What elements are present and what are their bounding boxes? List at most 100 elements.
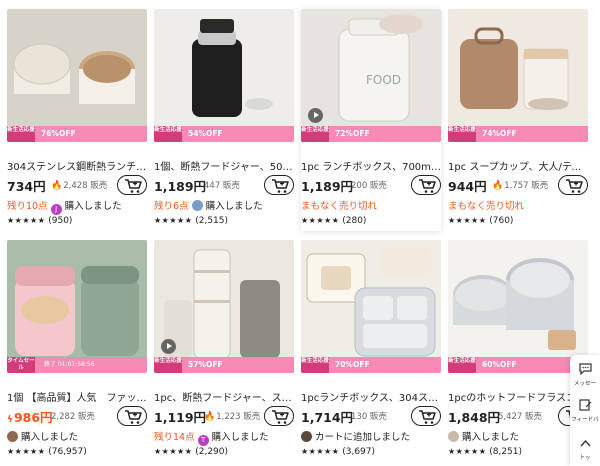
price: 1,848円 [448,407,500,426]
price-value: 1,189円 [301,179,354,194]
price-value: 1,848円 [448,410,501,425]
status-line: まもなく売り切れ [301,198,451,212]
product-card[interactable]: 新生活応援 54%OFF 1個、断熱フードジャー、50… 1,189円 447 販売 残り… [154,9,294,231]
review-count: (2,290) [195,447,229,457]
add-to-cart-button[interactable] [117,406,147,426]
review-count: (950) [48,216,73,226]
star-rating-icon: ★★★★★ [154,216,193,225]
product-card[interactable]: 新生活応援 70%OFF 1pcランチボックス、304ス… 1,714円 130 販売カ… [301,240,441,462]
feedback-icon [570,399,600,415]
add-to-cart-button[interactable] [558,175,588,195]
star-rating-icon: ★★★★★ [7,216,46,225]
buyer-avatar [7,431,18,442]
stock-status: まもなく売り切れ [448,201,525,212]
promo-banner: 新生活応援 76%OFF [7,126,147,142]
review-count: (2,515) [195,216,229,226]
status-line: 残り14点 T 購入しました [154,429,304,446]
back-to-top-label: トッ [579,455,591,461]
message-label: メッセー [573,381,596,387]
product-title[interactable]: 304ステンレス鋼断熱ランチ… [7,158,147,173]
sold-count-text: 447 販売 [204,181,240,191]
feedback-label: フィードバ [571,417,599,423]
promo-tag: タイムセール [7,357,35,373]
product-card[interactable]: タイムセール 終了 01:01:58:56 1個 【高品質】人気 ファッ… ϟ986円… [7,240,147,462]
add-to-cart-button[interactable] [264,406,294,426]
rating: ★★★★★ (76,957) [7,447,87,457]
product-image[interactable]: 新生活応援 76%OFF [7,9,147,142]
product-image[interactable]: 新生活応援 57%OFF [154,240,294,373]
product-image[interactable]: 新生活応援 74%OFF [448,9,588,142]
promo-banner: タイムセール 終了 01:01:58:56 [7,357,147,373]
sold-count: 447 販売 [204,179,240,191]
buyer-avatar [191,200,203,211]
product-card[interactable]: 新生活応援 74%OFF 1pc スープカップ、大人/ティ… 944円 🔥1,757 販… [448,9,588,231]
side-panel: メッセー フィードバ トッ [570,355,600,466]
product-title[interactable]: 1pc スープカップ、大人/ティ… [448,158,588,173]
star-rating-icon: ★★★★★ [7,447,46,456]
feedback-button[interactable]: フィードバ [570,395,600,429]
discount-label: 74%OFF [482,129,517,138]
promo-tag: 新生活応援 [448,357,476,373]
product-image[interactable]: 新生活応援 70%OFF [301,240,441,373]
purchase-status: 購入しました [211,432,269,443]
product-image[interactable]: タイムセール 終了 01:01:58:56 [7,240,147,373]
status-line: 残り6点 購入しました [154,198,304,212]
price: 944円 [448,176,487,195]
product-image[interactable]: 新生活応援 60%OFF [448,240,588,373]
product-title[interactable]: 1個 【高品質】人気 ファッ… [7,389,147,404]
price-row: 1,189円 200 販売 [301,175,441,195]
price-value: 1,119円 [154,410,207,425]
play-video-icon[interactable] [308,108,323,123]
product-title[interactable]: 1pcのホットフードフラスコ… [448,389,588,404]
product-title[interactable]: 1pc ランチボックス、700ml/… [301,158,441,173]
price-row: 1,119円 🔥1,223 販売 [154,406,294,426]
price: 1,119円 [154,407,206,426]
star-rating-icon: ★★★★★ [301,447,340,456]
discount-label: 54%OFF [188,129,223,138]
add-to-cart-button[interactable] [117,175,147,195]
review-count: (76,957) [48,447,87,457]
sold-count-text: 2,282 販売 [51,412,96,422]
promo-banner: 新生活応援 74%OFF [448,126,588,142]
price-row: 1,189円 447 販売 [154,175,294,195]
purchase-status: 購入しました [21,432,79,443]
price-value: 1,189円 [154,179,207,194]
product-image[interactable]: FOOD 新生活応援 72%OFF [301,9,441,142]
flame-icon: 🔥 [492,181,504,191]
flame-icon: 🔥 [51,181,63,191]
product-title[interactable]: 1個、断熱フードジャー、50… [154,158,294,173]
star-rating-icon: ★★★★★ [448,216,487,225]
sold-count: 🔥1,223 販売 [204,410,260,422]
product-grid: 新生活応援 76%OFF 304ステンレス鋼断熱ランチ… 734円 🔥2,428 販売残… [0,0,600,466]
buyer-avatar [448,431,459,442]
message-button[interactable]: メッセー [570,359,600,393]
back-to-top-button[interactable]: トッ [570,433,600,466]
price: 734円 [7,176,46,195]
message-icon [570,363,600,379]
add-to-cart-button[interactable] [411,175,441,195]
product-image[interactable]: 新生活応援 54%OFF [154,9,294,142]
purchase-status: カートに追加しました [315,432,411,443]
play-video-icon[interactable] [161,339,176,354]
product-card[interactable]: 新生活応援 76%OFF 304ステンレス鋼断熱ランチ… 734円 🔥2,428 販売残… [7,9,147,231]
add-to-cart-button[interactable] [411,406,441,426]
discount-label: 76%OFF [41,129,76,138]
sold-count-text: 130 販売 [351,412,387,422]
product-card[interactable]: 新生活応援 60%OFF 1pcのホットフードフラスコ… 1,848円 5,427 販売… [448,240,588,462]
price: 1,714円 [301,407,353,426]
product-title[interactable]: 1pcランチボックス、304ス… [301,389,441,404]
promo-banner: 新生活応援 72%OFF [301,126,441,142]
sold-count-text: 1,223 販売 [216,412,261,422]
sold-count-text: 200 販売 [351,181,387,191]
product-title[interactable]: 1pc、断熱フードジャー、ス… [154,389,294,404]
product-card[interactable]: 新生活応援 57%OFF 1pc、断熱フードジャー、ス… 1,119円 🔥1,223 販… [154,240,294,462]
add-to-cart-button[interactable] [264,175,294,195]
buyer-avatar: T [197,435,209,446]
price: 1,189円 [154,176,206,195]
discount-label: 57%OFF [188,360,223,369]
product-card[interactable]: FOOD 新生活応援 72%OFF 1pc ランチボックス、700ml/… 1,189円… [301,9,441,231]
promo-tag: 新生活応援 [7,126,35,142]
rating: ★★★★★ (280) [301,216,366,226]
svg-text:FOOD: FOOD [366,73,401,87]
buyer-avatar: J [50,204,62,215]
